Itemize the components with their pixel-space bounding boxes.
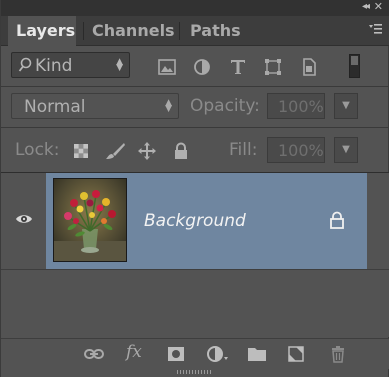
layer-divider [1,269,389,270]
tab-layers[interactable]: Layers [8,16,76,46]
shape-filter-icon[interactable] [263,57,283,77]
filter-kind-label: Kind [35,56,73,76]
adjustment-filter-icon[interactable] [192,57,212,77]
opacity-dropdown-button[interactable]: ▼ [334,93,358,119]
layer-visibility-cell[interactable] [1,173,47,269]
layer-thumbnail [53,178,127,262]
layer-lock-icon[interactable] [329,211,345,229]
blend-mode-select[interactable]: Normal ▲ ▼ [11,93,179,119]
tab-paths[interactable]: Paths [182,16,246,45]
link-layers-icon[interactable] [83,345,105,363]
select-arrows-icon: ▲ ▼ [165,98,172,114]
layer-name[interactable]: Background [144,211,246,231]
filter-row: Kind ▲ ▼ [1,46,389,87]
fill-dropdown-button[interactable]: ▼ [334,137,358,163]
layers-panel: ◂◂ ✕ Layers Channels Paths Kind ▲ ▼ Norm… [0,0,389,377]
eye-icon[interactable] [15,212,33,226]
select-arrows-icon: ▲ ▼ [116,57,123,73]
add-mask-icon[interactable] [166,345,186,363]
close-icon[interactable]: ✕ [374,0,383,13]
lock-label: Lock: [15,140,60,160]
tab-channels[interactable]: Channels [84,16,178,45]
new-layer-icon[interactable] [286,345,306,363]
panel-menu-icon[interactable] [368,22,382,36]
tab-divider [179,22,180,40]
fill-input[interactable]: 100% [267,137,325,163]
lock-transparent-icon[interactable] [72,142,90,160]
lock-row: Lock: Fill: 100% ▼ [1,128,389,173]
tab-bar: Layers Channels Paths [1,16,389,46]
new-group-icon[interactable] [247,345,267,363]
panel-title-bar: ◂◂ ✕ [1,0,389,16]
layers-list: Background [1,173,389,337]
smart-object-filter-icon[interactable] [299,57,319,77]
layer-row-background[interactable]: Background [46,173,367,269]
blend-mode-value: Normal [24,97,86,117]
layers-bottom-bar: fx [1,338,389,369]
adjustment-layer-icon[interactable] [206,345,230,363]
fill-label: Fill: [229,140,258,160]
search-icon [18,57,32,72]
filter-kind-select[interactable]: Kind ▲ ▼ [11,52,130,78]
toggle-knob [351,56,358,65]
lock-image-icon[interactable] [104,142,126,160]
fx-icon[interactable]: fx [126,342,146,362]
type-filter-icon[interactable] [228,57,248,77]
opacity-label: Opacity: [190,96,260,116]
resize-grip[interactable] [177,370,213,374]
opacity-input[interactable]: 100% [267,93,325,119]
lock-all-icon[interactable] [172,142,190,160]
blend-row: Normal ▲ ▼ Opacity: 100% ▼ [1,87,389,128]
trash-icon[interactable] [328,345,348,363]
filter-toggle-switch[interactable] [349,54,360,78]
pixel-filter-icon[interactable] [157,57,177,77]
lock-position-icon[interactable] [137,141,157,161]
collapse-icon[interactable]: ◂◂ [362,1,370,12]
